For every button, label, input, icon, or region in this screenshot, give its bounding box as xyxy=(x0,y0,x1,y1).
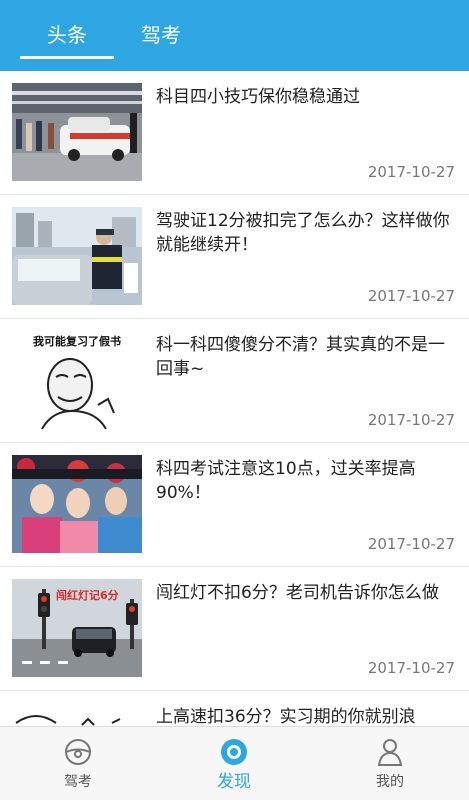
thumbnail-caption: 我可能复习了假书 xyxy=(33,335,121,348)
article-item[interactable]: 科目四小技巧保你稳稳通过 2017-10-27 xyxy=(0,71,469,195)
article-item[interactable]: 上高速扣36分？实习期的你就别浪 xyxy=(0,691,469,726)
nav-driving-test[interactable]: 驾考 xyxy=(0,727,156,800)
traffic-police-photo xyxy=(12,207,142,305)
costume-drama-photo xyxy=(12,455,142,553)
article-title: 闯红灯不扣6分？老司机告诉你怎么做 xyxy=(156,583,439,603)
active-tab-indicator xyxy=(20,56,114,59)
nav-label: 发现 xyxy=(217,772,251,792)
article-title: 科一科四傻傻分不清？其实真的不是一回事~ xyxy=(156,335,445,379)
article-title: 科四考试注意这10点，过关率提高90%！ xyxy=(156,459,416,503)
article-thumbnail: 闯红灯记6分 xyxy=(12,579,142,677)
article-item[interactable]: 闯红灯记6分 闯红灯不扣6分？老司机告诉你怎么做 2017-10-27 xyxy=(0,567,469,691)
article-title: 上高速扣36分？实习期的你就别浪 xyxy=(156,707,416,726)
article-date: 2017-10-27 xyxy=(367,163,455,181)
article-date: 2017-10-27 xyxy=(367,659,455,677)
top-tab-bar: 头条 驾考 xyxy=(0,0,469,71)
article-thumbnail: 我可能复习了假书 xyxy=(12,331,142,429)
article-thumbnail xyxy=(12,83,142,181)
article-date: 2017-10-27 xyxy=(367,411,455,429)
article-thumbnail xyxy=(12,207,142,305)
article-item[interactable]: 我可能复习了假书 科一科四傻傻分不清？其实真的不是一回事~ 2017-10-27 xyxy=(0,319,469,443)
nav-label: 驾考 xyxy=(64,774,92,790)
article-thumbnail xyxy=(12,455,142,553)
driving-test-photo xyxy=(12,83,142,181)
sketch-image xyxy=(12,703,142,726)
bottom-nav-bar: 驾考 发现 我的 xyxy=(0,726,469,800)
thumbnail-caption: 闯红灯记6分 xyxy=(56,589,119,602)
article-date: 2017-10-27 xyxy=(367,287,455,305)
article-thumbnail xyxy=(12,703,142,726)
tab-headlines[interactable]: 头条 xyxy=(20,0,114,71)
nav-discover[interactable]: 发现 xyxy=(156,727,312,800)
article-title: 驾驶证12分被扣完了怎么办？这样做你就能继续开！ xyxy=(156,211,450,255)
user-icon xyxy=(377,739,403,766)
discover-icon xyxy=(221,739,247,765)
steering-wheel-icon xyxy=(65,739,91,765)
tab-driving-test[interactable]: 驾考 xyxy=(114,0,208,71)
article-item[interactable]: 驾驶证12分被扣完了怎么办？这样做你就能继续开！ 2017-10-27 xyxy=(0,195,469,319)
article-item[interactable]: 科四考试注意这10点，过关率提高90%！ 2017-10-27 xyxy=(0,443,469,567)
nav-label: 我的 xyxy=(376,774,404,790)
article-date: 2017-10-27 xyxy=(367,535,455,553)
nav-profile[interactable]: 我的 xyxy=(312,727,468,800)
article-title: 科目四小技巧保你稳稳通过 xyxy=(156,87,360,107)
article-list[interactable]: 科目四小技巧保你稳稳通过 2017-10-27 驾驶证12分被扣完了怎么办？这样… xyxy=(0,71,469,726)
